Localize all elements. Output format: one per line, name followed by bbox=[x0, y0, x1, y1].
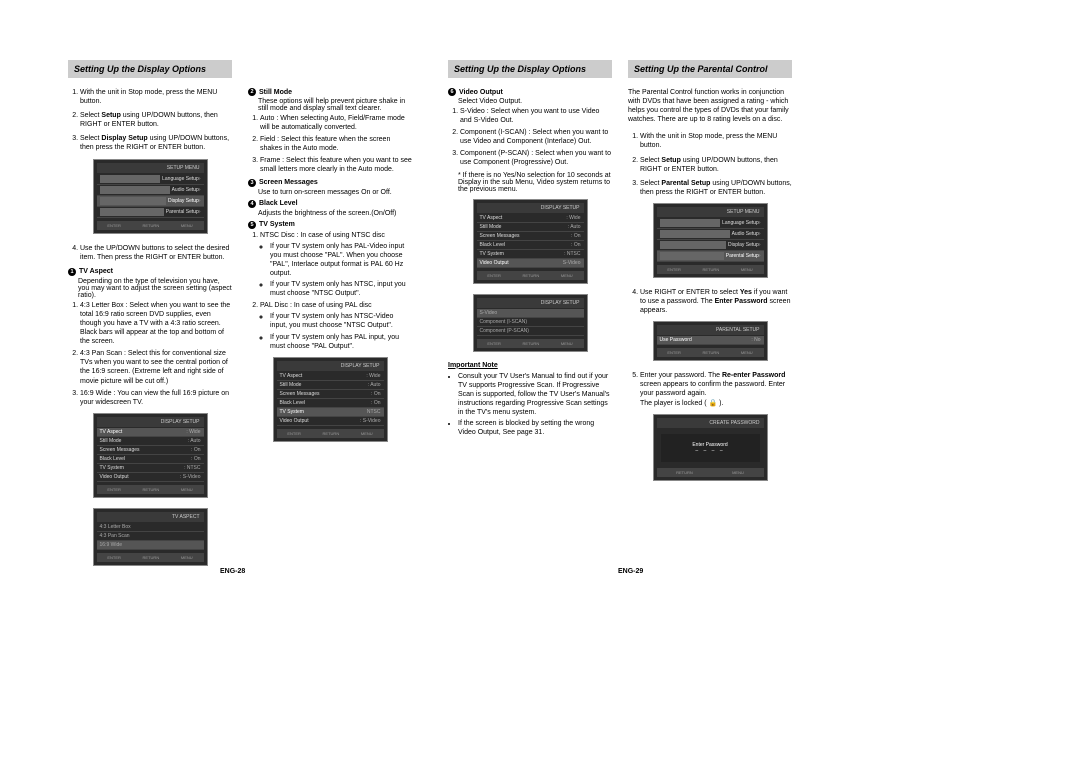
column-2: 2Still Mode These options will help prev… bbox=[240, 60, 420, 576]
menu-icon bbox=[660, 219, 721, 227]
heading-display-1: Setting Up the Display Options bbox=[68, 60, 232, 78]
menu-icon bbox=[100, 208, 164, 216]
page-number-left: ENG-28 bbox=[220, 568, 245, 575]
col4-steps: With the unit in Stop mode, press the ME… bbox=[628, 132, 792, 197]
tv-aspect-desc: Depending on the type of television you … bbox=[78, 278, 232, 299]
manual-spread: Setting Up the Display Options With the … bbox=[0, 60, 1080, 576]
screenshot-setup-menu: SETUP MENU Language Setup› Audio Setup› … bbox=[93, 159, 208, 234]
col1-step2: Select Setup using UP/DOWN buttons, then… bbox=[80, 111, 232, 129]
column-4: Setting Up the Parental Control The Pare… bbox=[620, 60, 800, 576]
menu-icon bbox=[660, 241, 726, 249]
menu-icon bbox=[100, 175, 161, 183]
important-note-title: Important Note bbox=[448, 362, 612, 369]
menu-icon bbox=[100, 186, 170, 194]
video-output-label: 6Video Output bbox=[448, 88, 612, 96]
column-3: Setting Up the Display Options 6Video Ou… bbox=[440, 60, 620, 576]
menu-icon bbox=[100, 197, 166, 205]
col1-step3: Select Display Setup using UP/DOWN butto… bbox=[80, 134, 232, 152]
screenshot-display-setup: DISPLAY SETUP TV Aspect: Wide Still Mode… bbox=[93, 413, 208, 498]
screenshot-parental-setup: PARENTAL SETUP Use Password: No ENTERRET… bbox=[653, 321, 768, 361]
col1-step4: Use the UP/DOWN buttons to select the de… bbox=[80, 244, 232, 262]
parental-intro: The Parental Control function works in c… bbox=[628, 88, 792, 124]
screen-messages-label: 3Screen Messages bbox=[248, 179, 412, 187]
tv-system-label: 5TV System bbox=[248, 221, 412, 229]
still-mode-label: 2Still Mode bbox=[248, 88, 412, 96]
screenshot-video-output-2: DISPLAY SETUP S-Video Component (I-SCAN)… bbox=[473, 294, 588, 352]
screenshot-create-password: CREATE PASSWORD Enter Password– – – – RE… bbox=[653, 414, 768, 481]
tv-aspect-label: 1TV Aspect bbox=[68, 268, 232, 276]
column-1: Setting Up the Display Options With the … bbox=[60, 60, 240, 576]
screenshot-video-output-1: DISPLAY SETUP TV Aspect: Wide Still Mode… bbox=[473, 199, 588, 284]
screenshot-parental-menu: SETUP MENU Language Setup› Audio Setup› … bbox=[653, 203, 768, 278]
col1-step1: With the unit in Stop mode, press the ME… bbox=[80, 88, 232, 106]
heading-display-2: Setting Up the Display Options bbox=[448, 60, 612, 78]
menu-icon bbox=[660, 252, 724, 260]
screenshot-tv-system: DISPLAY SETUP TV Aspect: Wide Still Mode… bbox=[273, 357, 388, 442]
col1-steps: With the unit in Stop mode, press the ME… bbox=[68, 88, 232, 153]
screenshot-tv-aspect: TV ASPECT 4:3 Letter Box 4:3 Pan Scan 16… bbox=[93, 508, 208, 566]
menu-icon bbox=[660, 230, 730, 238]
heading-parental: Setting Up the Parental Control bbox=[628, 60, 792, 78]
black-level-label: 4Black Level bbox=[248, 200, 412, 208]
page-number-right: ENG-29 bbox=[618, 568, 643, 575]
